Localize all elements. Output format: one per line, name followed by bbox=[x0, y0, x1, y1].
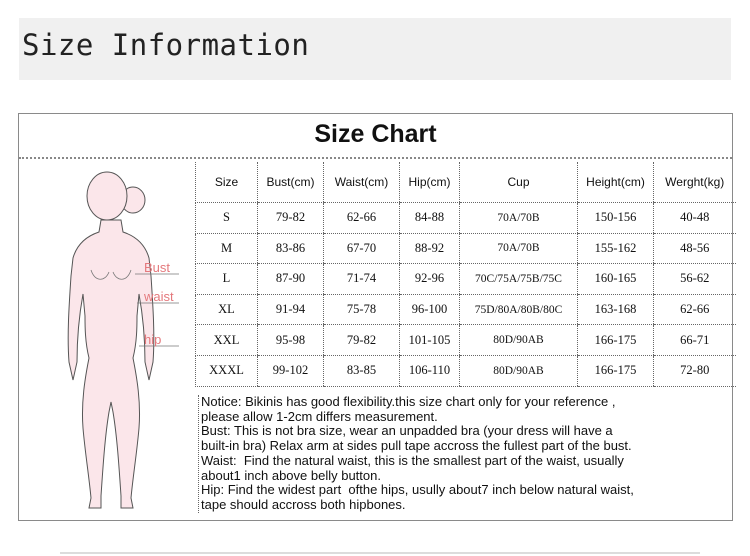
header-waist: Waist(cm) bbox=[323, 162, 400, 203]
cell-hip: 92-96 bbox=[399, 263, 460, 295]
cell-size: M bbox=[195, 233, 258, 265]
cell-height: 163-168 bbox=[577, 294, 654, 326]
size-chart-panel: Size Chart Bust waist hip Size Bust(cm) … bbox=[18, 113, 736, 521]
body-figure: Bust waist hip bbox=[39, 166, 209, 516]
cell-weight: 48-56 bbox=[653, 233, 736, 265]
waist-label: waist bbox=[144, 289, 174, 304]
hip-label: hip bbox=[144, 332, 162, 347]
cell-hip: 106-110 bbox=[399, 355, 460, 387]
measurement-notes: Notice: Bikinis has good flexibility.thi… bbox=[198, 394, 732, 513]
cell-hip: 84-88 bbox=[399, 202, 460, 234]
header-height: Height(cm) bbox=[577, 162, 654, 203]
note-line: Notice: Bikinis has good flexibility.thi… bbox=[201, 394, 616, 409]
note-line: Waist: Find the natural waist, this is t… bbox=[201, 452, 624, 468]
note-line: Bust: This is not bra size, wear an unpa… bbox=[201, 423, 613, 439]
header-size: Size bbox=[195, 162, 258, 203]
chart-title: Size Chart bbox=[314, 120, 437, 148]
cell-height: 166-175 bbox=[577, 324, 654, 356]
header-hip: Hip(cm) bbox=[399, 162, 460, 203]
cell-weight: 66-71 bbox=[653, 324, 736, 356]
cell-waist: 75-78 bbox=[323, 294, 400, 326]
cell-bust: 83-86 bbox=[257, 233, 324, 265]
bottom-divider bbox=[60, 552, 700, 554]
note-line: Hip: Find the widest part ofthe hips, us… bbox=[201, 482, 634, 498]
table-row: XXL 95-98 79-82 101-105 80D/90AB 166-175… bbox=[195, 324, 736, 356]
cell-cup: 70C/75A/75B/75C bbox=[459, 263, 578, 295]
cell-waist: 79-82 bbox=[323, 324, 400, 356]
table-row: XXXL 99-102 83-85 106-110 80D/90AB 166-1… bbox=[195, 355, 736, 387]
cell-waist: 62-66 bbox=[323, 202, 400, 234]
cell-bust: 91-94 bbox=[257, 294, 324, 326]
cell-bust: 95-98 bbox=[257, 324, 324, 356]
table-row: XL 91-94 75-78 96-100 75D/80A/80B/80C 16… bbox=[195, 294, 736, 326]
cell-height: 155-162 bbox=[577, 233, 654, 265]
cell-cup: 80D/90AB bbox=[459, 324, 578, 356]
header-weight: Werght(kg) bbox=[653, 162, 736, 203]
bust-label: Bust bbox=[144, 260, 171, 275]
table-header-row: Size Bust(cm) Waist(cm) Hip(cm) Cup Heig… bbox=[195, 162, 736, 203]
cell-hip: 96-100 bbox=[399, 294, 460, 326]
size-table: Size Bust(cm) Waist(cm) Hip(cm) Cup Heig… bbox=[195, 162, 736, 387]
cell-cup: 70A/70B bbox=[459, 202, 578, 234]
cell-size: XXL bbox=[195, 324, 258, 356]
page-title: Size Information bbox=[22, 28, 310, 62]
cell-weight: 62-66 bbox=[653, 294, 736, 326]
cell-size: L bbox=[195, 263, 258, 295]
table-row: L 87-90 71-74 92-96 70C/75A/75B/75C 160-… bbox=[195, 263, 736, 295]
cell-cup: 80D/90AB bbox=[459, 355, 578, 387]
cell-bust: 87-90 bbox=[257, 263, 324, 295]
cell-height: 166-175 bbox=[577, 355, 654, 387]
cell-cup: 70A/70B bbox=[459, 233, 578, 265]
cell-height: 150-156 bbox=[577, 202, 654, 234]
cell-waist: 83-85 bbox=[323, 355, 400, 387]
cell-size: XL bbox=[195, 294, 258, 326]
cell-bust: 79-82 bbox=[257, 202, 324, 234]
cell-bust: 99-102 bbox=[257, 355, 324, 387]
note-line: tape should accross both hipbones. bbox=[201, 496, 406, 512]
table-row: S 79-82 62-66 84-88 70A/70B 150-156 40-4… bbox=[195, 202, 736, 234]
header-cup: Cup bbox=[459, 162, 578, 203]
cell-waist: 67-70 bbox=[323, 233, 400, 265]
cell-weight: 56-62 bbox=[653, 263, 736, 295]
body-silhouette-icon bbox=[67, 171, 179, 509]
cell-hip: 101-105 bbox=[399, 324, 460, 356]
header-bust: Bust(cm) bbox=[257, 162, 324, 203]
note-line: about1 inch above belly button. bbox=[201, 467, 381, 483]
cell-hip: 88-92 bbox=[399, 233, 460, 265]
cell-size: XXXL bbox=[195, 355, 258, 387]
cell-weight: 40-48 bbox=[653, 202, 736, 234]
note-line: built-in bra) Relax arm at sides pull ta… bbox=[201, 438, 632, 454]
cell-waist: 71-74 bbox=[323, 263, 400, 295]
cell-height: 160-165 bbox=[577, 263, 654, 295]
note-line: please allow 1-2cm differs measurement. bbox=[201, 408, 438, 424]
cell-cup: 75D/80A/80B/80C bbox=[459, 294, 578, 326]
header-banner: Size Information bbox=[19, 18, 731, 80]
title-divider bbox=[19, 157, 732, 159]
cell-weight: 72-80 bbox=[653, 355, 736, 387]
table-row: M 83-86 67-70 88-92 70A/70B 155-162 48-5… bbox=[195, 233, 736, 265]
cell-size: S bbox=[195, 202, 258, 234]
